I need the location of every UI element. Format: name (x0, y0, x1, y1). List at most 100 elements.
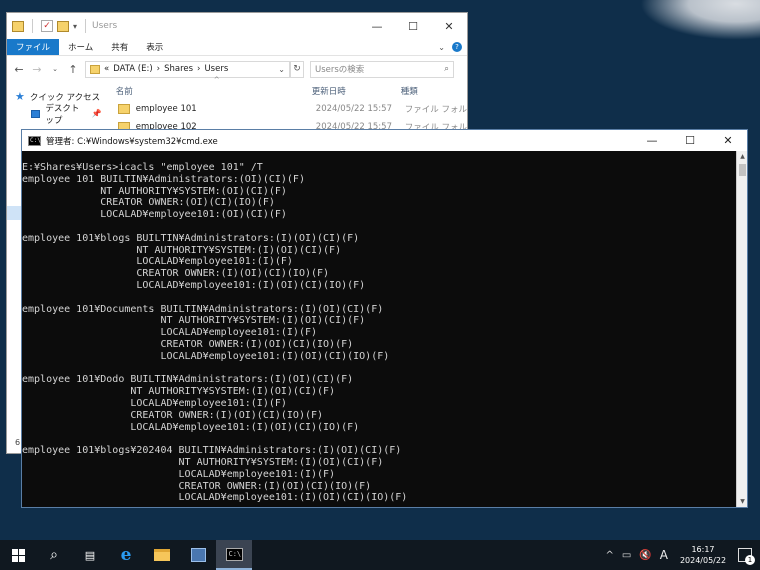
console-output[interactable]: E:¥Shares¥Users>icacls "employee 101" /T… (22, 151, 736, 507)
address-bar[interactable]: « DATA (E:) › Shares › Users ⌄ (85, 60, 290, 78)
start-button[interactable] (0, 540, 36, 570)
server-manager-icon (190, 548, 206, 562)
console-line: LOCALAD¥employee101:(I)(OI)(CI)(IO)(F) (22, 421, 360, 433)
console-line: NT AUTHORITY¥SYSTEM:(I)(OI)(CI)(F) (22, 315, 366, 327)
console-line: employee 101¥Dodo BUILTIN¥Administrators… (22, 374, 354, 386)
ribbon-right-controls: ⌄ ? (438, 39, 467, 55)
notification-badge: 1 (745, 555, 755, 565)
tab-home[interactable]: ホーム (59, 39, 102, 55)
forward-arrow-icon[interactable]: → (31, 63, 43, 76)
breadcrumb-separator[interactable]: › (157, 64, 160, 74)
nav-item-label: デスクトップ (45, 103, 80, 126)
cmd-title: 管理者: C:¥Windows¥system32¥cmd.exe (46, 136, 218, 147)
console-line: E:¥Shares¥Users>icacls "employee 101" /T (22, 162, 263, 173)
console-line: employee 101 BUILTIN¥Administrators:(OI)… (22, 173, 305, 185)
address-row: ← → ⌄ ↑ « DATA (E:) › Shares › Users ⌄ ↻… (7, 56, 467, 82)
search-placeholder: Usersの検索 (315, 65, 365, 75)
console-line: CREATOR OWNER:(I)(OI)(CI)(IO)(F) (22, 268, 330, 280)
new-folder-icon[interactable] (57, 20, 69, 32)
properties-icon[interactable]: ✓ (41, 20, 53, 32)
console-line: CREATOR OWNER:(OI)(CI)(IO)(F) (22, 197, 275, 209)
column-headers: ^ 名前 更新日時 種類 (108, 76, 467, 100)
scrollbar-thumb[interactable] (739, 164, 746, 176)
console-line: employee 101¥Documents BUILTIN¥Administr… (22, 303, 384, 315)
breadcrumb-shares[interactable]: Shares (164, 64, 193, 74)
scroll-down-icon[interactable]: ▼ (737, 496, 748, 507)
cmd-window[interactable]: C:\ 管理者: C:¥Windows¥system32¥cmd.exe — ☐… (21, 129, 748, 508)
breadcrumb-overflow[interactable]: « (104, 64, 109, 74)
column-modified[interactable]: 更新日時 (304, 85, 393, 97)
tab-share[interactable]: 共有 (102, 39, 137, 55)
scrollbar[interactable]: ▲ ▼ (736, 151, 747, 507)
clock-date: 2024/05/22 (679, 556, 727, 565)
cmd-titlebar[interactable]: C:\ 管理者: C:¥Windows¥system32¥cmd.exe — ☐… (22, 130, 747, 151)
internet-explorer-icon: e (120, 545, 132, 565)
list-item[interactable]: employee 101 2024/05/22 15:57 ファイル フォル (108, 100, 467, 118)
console-line: LOCALAD¥employee101:(I)(F) (22, 468, 336, 480)
console-line: CREATOR OWNER:(I)(OI)(CI)(IO)(F) (22, 480, 372, 492)
divider (32, 19, 33, 33)
taskbar-server-manager[interactable] (180, 540, 216, 570)
maximize-button[interactable]: ☐ (671, 130, 709, 151)
clock[interactable]: 16:17 2024/05/22 (676, 544, 730, 566)
scroll-up-icon[interactable]: ▲ (737, 151, 748, 162)
ime-indicator[interactable]: A (660, 548, 668, 562)
breadcrumb-users[interactable]: Users (204, 64, 228, 74)
tab-view[interactable]: 表示 (137, 39, 172, 55)
help-icon[interactable]: ? (452, 42, 462, 52)
column-name[interactable]: 名前 (108, 85, 304, 97)
folder-icon (90, 64, 100, 74)
nav-item-desktop[interactable]: デスクトップ 📌 (7, 104, 108, 126)
expand-ribbon-icon[interactable]: ⌄ (438, 43, 445, 52)
recent-locations-icon[interactable]: ⌄ (49, 65, 61, 73)
taskbar-file-explorer[interactable] (144, 540, 180, 570)
search-icon: ⌕ (444, 64, 449, 74)
console-line: NT AUTHORITY¥SYSTEM:(I)(OI)(CI)(F) (22, 456, 384, 468)
minimize-button[interactable]: — (359, 13, 395, 39)
notification-icon[interactable]: 1 (738, 548, 755, 565)
maximize-button[interactable]: ☐ (395, 13, 431, 39)
taskbar-cmd[interactable]: C:\ (216, 540, 252, 570)
task-view-button[interactable]: ▤ (72, 540, 108, 570)
customize-toolbar-icon[interactable]: ▾ (73, 22, 77, 31)
explorer-titlebar[interactable]: ✓ ▾ Users — ☐ ✕ (7, 13, 467, 39)
close-button[interactable]: ✕ (431, 13, 467, 39)
cmd-icon: C:\ (28, 135, 41, 146)
breadcrumb-separator[interactable]: › (197, 64, 200, 74)
search-button[interactable]: ⌕ (36, 540, 72, 570)
console-line: LOCALAD¥employee101:(I)(OI)(CI)(IO)(F) (22, 492, 408, 504)
volume-muted-icon[interactable]: 🔇 (639, 550, 651, 561)
breadcrumb-data-drive[interactable]: DATA (E:) (113, 64, 152, 74)
window-controls: — ☐ ✕ (359, 13, 467, 39)
sort-ascending-icon: ^ (213, 76, 220, 84)
console-line: LOCALAD¥employee101:(I)(OI)(CI)(IO)(F) (22, 279, 366, 291)
console-line: LOCALAD¥employee101:(I)(F) (22, 327, 318, 339)
console-line: employee 101¥blogs BUILTIN¥Administrator… (22, 232, 360, 244)
console-line: LOCALAD¥employee101:(I)(OI)(CI)(IO)(F) (22, 350, 390, 362)
system-tray: ^ ▭ 🔇 A 16:17 2024/05/22 1 (605, 544, 760, 566)
cmd-icon: C:\ (225, 547, 243, 561)
task-view-icon: ▤ (84, 548, 96, 562)
folder-icon (117, 104, 130, 114)
up-arrow-icon[interactable]: ↑ (67, 63, 79, 76)
minimize-button[interactable]: — (633, 130, 671, 151)
status-item-count: 6 (15, 438, 21, 447)
refresh-icon[interactable]: ↻ (290, 60, 304, 78)
star-icon: ★ (15, 90, 25, 103)
network-icon[interactable]: ▭ (622, 550, 631, 561)
file-name: employee 101 (135, 104, 197, 114)
column-type[interactable]: 種類 (393, 85, 418, 97)
window-controls: — ☐ ✕ (633, 130, 747, 151)
chevron-up-icon[interactable]: ^ (605, 550, 613, 561)
taskbar-internet-explorer[interactable]: e (108, 540, 144, 570)
close-button[interactable]: ✕ (709, 130, 747, 151)
search-input[interactable]: Usersの検索 ⌕ (310, 60, 454, 78)
back-arrow-icon[interactable]: ← (13, 63, 25, 76)
console-line: LOCALAD¥employee101:(I)(F) (22, 256, 293, 268)
address-dropdown-icon[interactable]: ⌄ (278, 65, 285, 74)
tab-file[interactable]: ファイル (7, 39, 60, 55)
